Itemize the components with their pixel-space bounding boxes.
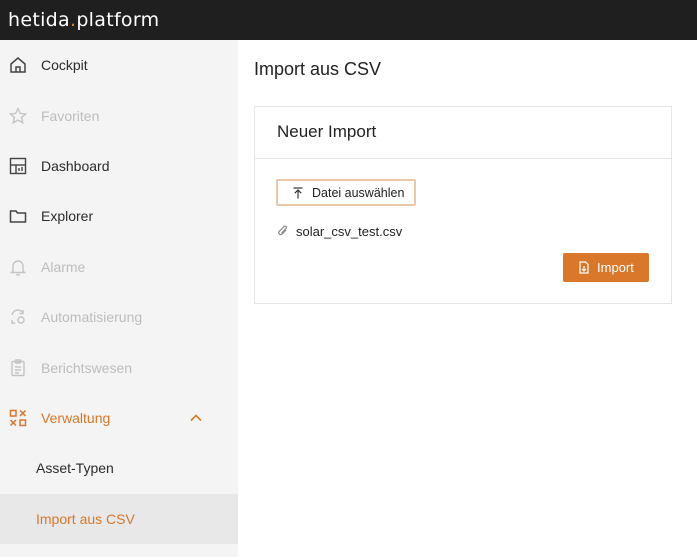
upload-icon [293, 187, 303, 199]
paperclip-icon [278, 225, 287, 236]
bell-icon [9, 260, 27, 276]
home-icon [10, 57, 26, 73]
card-title: Neuer Import [277, 122, 377, 141]
sidebar-item-verwaltung[interactable]: Verwaltung [0, 393, 238, 443]
sidebar-item-label: Dashboard [41, 158, 110, 174]
sidebar-item-berichtswesen[interactable]: Berichtswesen [0, 343, 238, 393]
sidebar-item-favoriten[interactable]: Favoriten [0, 91, 238, 141]
sidebar-item-cockpit[interactable]: Cockpit [0, 40, 238, 90]
folder-icon [9, 210, 27, 223]
choose-file-button[interactable]: Datei auswählen [276, 179, 416, 206]
chevron-up-icon[interactable] [188, 410, 204, 426]
sidebar-item-label: Favoriten [41, 108, 100, 124]
page-title: Import aus CSV [254, 59, 382, 79]
selected-file-name: solar_csv_test.csv [296, 224, 403, 239]
report-icon [11, 359, 25, 377]
sidebar-item-explorer[interactable]: Explorer [0, 191, 238, 241]
import-button-label: Import [597, 260, 634, 275]
sidebar: Cockpit Favoriten Dashboard Explorer Ala… [0, 40, 238, 557]
sidebar-item-label: Verwaltung [41, 410, 111, 426]
star-icon [8, 106, 28, 125]
main-content: Import aus CSV Neuer Import Datei auswäh… [238, 40, 697, 557]
sidebar-item-dashboard[interactable]: Dashboard [0, 141, 238, 191]
sidebar-subitem-label: Import aus CSV [36, 511, 135, 527]
sidebar-item-alarme[interactable]: Alarme [0, 242, 238, 292]
admin-icon [9, 409, 27, 427]
automation-icon [11, 309, 25, 324]
sidebar-subitem-label: Asset-Typen [36, 460, 114, 476]
choose-file-label: Datei auswählen [312, 185, 405, 200]
sidebar-subitem-import-aus-csv[interactable]: Import aus CSV [0, 494, 238, 544]
sidebar-item-automatisierung[interactable]: Automatisierung [0, 292, 238, 342]
import-card: Neuer Import Datei auswählen solar_csv_t… [254, 106, 672, 304]
dashboard-icon [9, 157, 27, 175]
sidebar-item-label: Berichtswesen [41, 360, 133, 376]
sidebar-item-label: Alarme [41, 259, 86, 275]
top-bar: hetida.platform [0, 0, 697, 40]
sidebar-item-label: Explorer [41, 208, 94, 224]
import-button[interactable]: Import [563, 253, 649, 282]
sidebar-item-label: Cockpit [41, 57, 88, 73]
sidebar-subitem-asset-typen[interactable]: Asset-Typen [0, 443, 238, 493]
file-import-icon [579, 261, 589, 274]
app-logo[interactable]: hetida.platform [8, 9, 159, 31]
sidebar-item-label: Automatisierung [41, 309, 143, 325]
card-header: Neuer Import [255, 107, 671, 159]
